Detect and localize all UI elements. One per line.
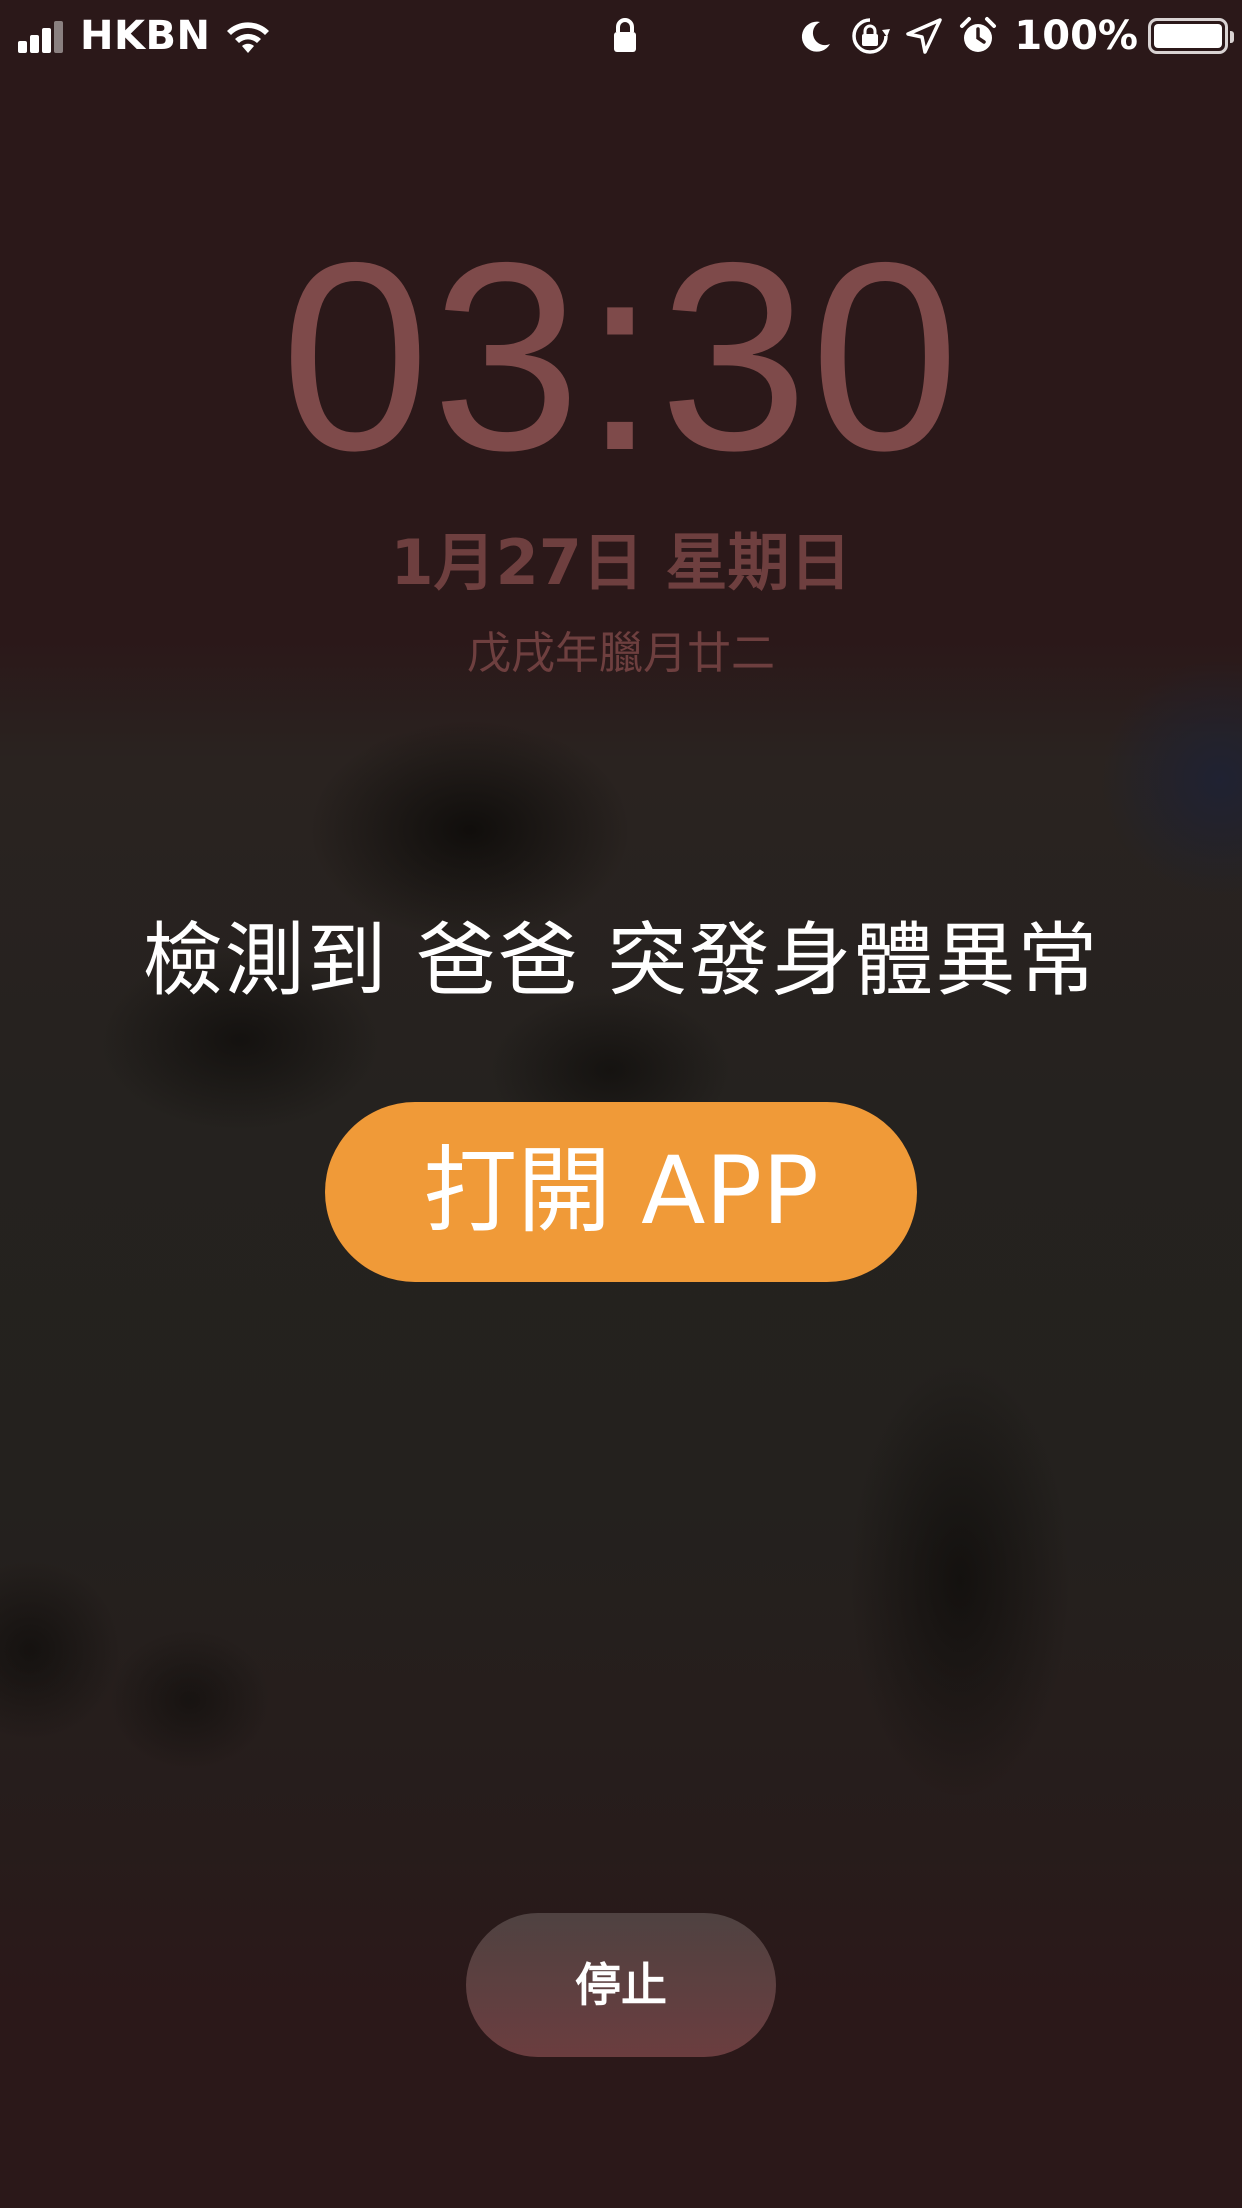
- stop-button[interactable]: 停止: [466, 1913, 776, 2057]
- open-app-button[interactable]: 打開 APP: [325, 1102, 917, 1282]
- status-bar: HKBN 100%: [0, 0, 1242, 70]
- rotation-lock-icon: [852, 18, 891, 54]
- status-bar-left: HKBN: [18, 10, 272, 62]
- alarm-icon: [960, 17, 997, 52]
- lock-screen-date: 1月27日 星期日: [390, 526, 852, 599]
- battery-nub: [1230, 31, 1234, 43]
- wifi-icon: [227, 22, 270, 53]
- battery-icon: [1148, 18, 1234, 54]
- signal-icon: [18, 19, 66, 53]
- status-bar-right: 100%: [782, 10, 1234, 62]
- lock-icon: [614, 18, 636, 52]
- location-icon: [906, 18, 943, 54]
- lock-screen: HKBN 100% 03:30 1月27日 星期日 戊戌年臘月廿二 檢測到 爸爸…: [0, 0, 1242, 2208]
- lock-screen-clock: 03:30: [280, 206, 962, 506]
- battery-percent: 100%: [1014, 13, 1138, 59]
- lunar-date: 戊戌年臘月廿二: [467, 628, 775, 679]
- battery-fill: [1154, 24, 1222, 48]
- carrier-name: HKBN: [80, 13, 211, 59]
- moon-icon: [802, 21, 831, 52]
- alert-message: 檢測到 爸爸 突發身體異常: [142, 914, 1100, 1007]
